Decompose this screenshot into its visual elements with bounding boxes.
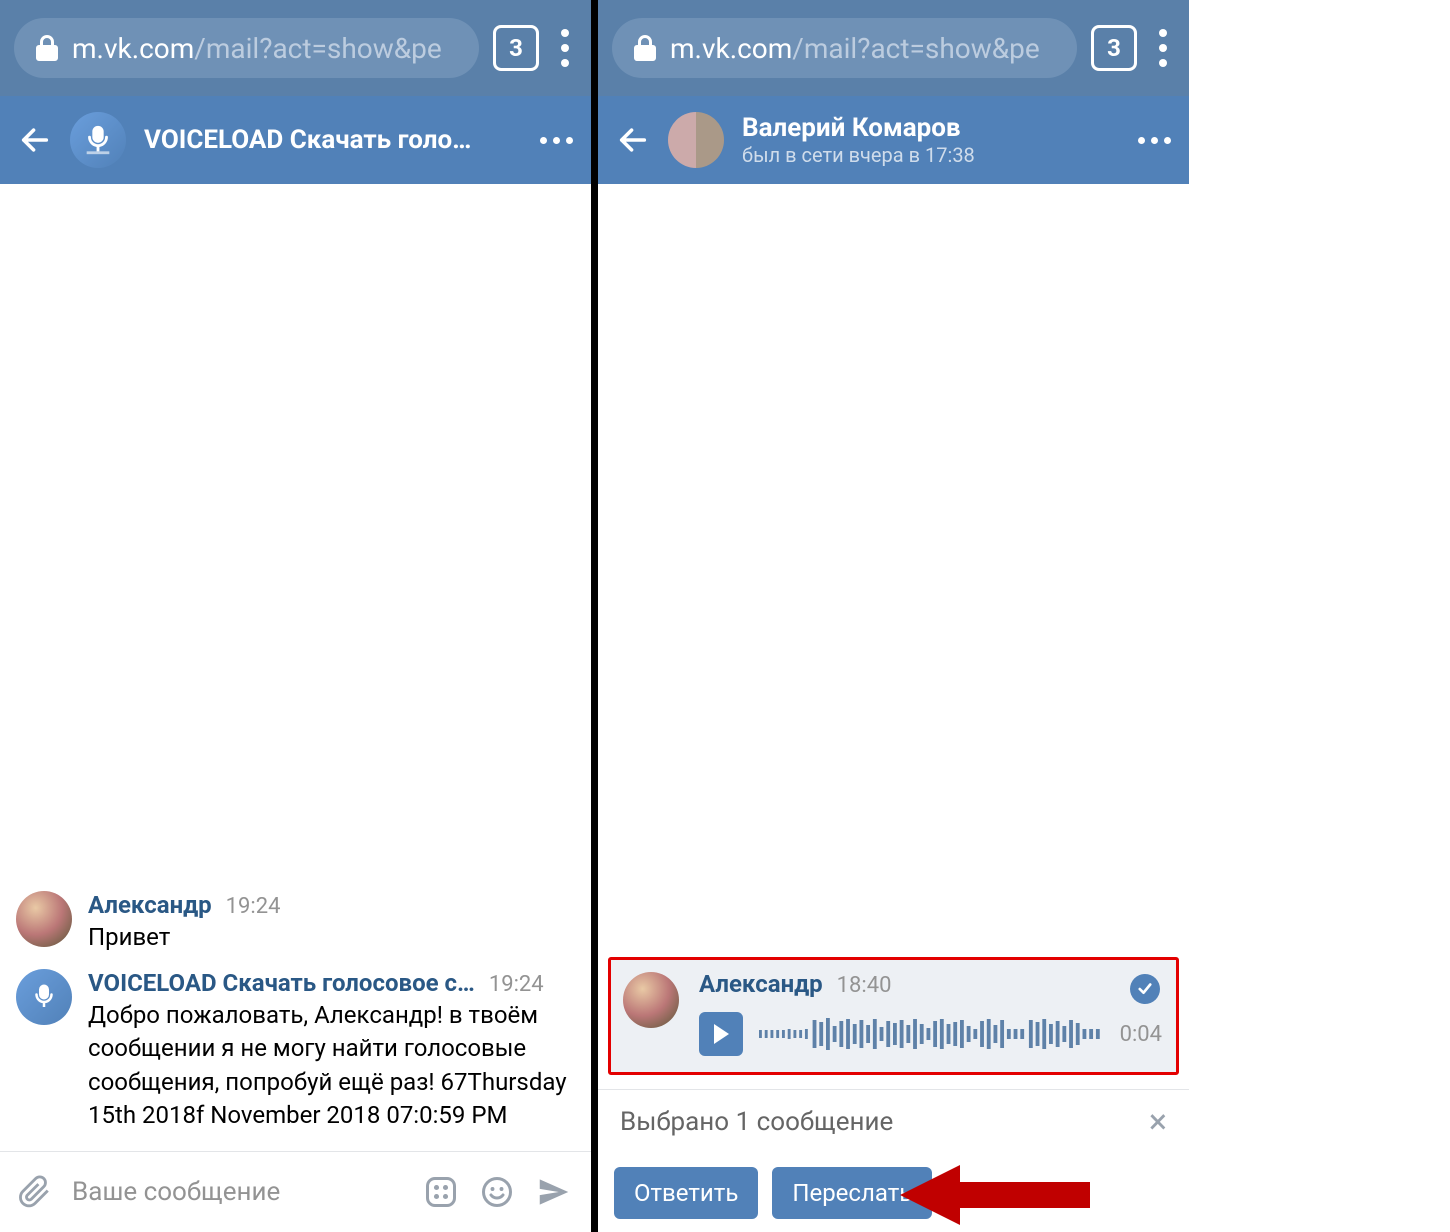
browser-chrome: m.vk.com/mail?act=show&pe 3: [0, 0, 591, 96]
browser-chrome: m.vk.com/mail?act=show&pe 3: [598, 0, 1189, 96]
message-sender[interactable]: Александр: [699, 970, 823, 998]
tabs-button[interactable]: 3: [1091, 25, 1137, 71]
chat-header: VOICELOAD Скачать голо…: [0, 96, 591, 184]
check-icon: [1130, 974, 1160, 1004]
chat-header: Валерий Комаров был в сети вчера в 17:38: [598, 96, 1189, 184]
composer: Ваше сообщение: [0, 1151, 591, 1232]
message-time: 18:40: [837, 973, 892, 998]
chat-body[interactable]: Александр 18:40: [598, 184, 1189, 1089]
message-item[interactable]: VOICELOAD Скачать голосовое с… 19:24 Доб…: [16, 969, 575, 1133]
voice-message-selected[interactable]: Александр 18:40: [608, 957, 1179, 1075]
message-text: Добро пожаловать, Александр! в твоём соо…: [88, 999, 575, 1133]
browser-menu-button[interactable]: [553, 29, 577, 67]
chat-avatar[interactable]: [70, 112, 126, 168]
avatar[interactable]: [623, 972, 679, 1028]
url-bar[interactable]: m.vk.com/mail?act=show&pe: [14, 18, 479, 78]
chat-menu-button[interactable]: [1138, 137, 1171, 144]
selection-status: Выбрано 1 сообщение: [620, 1107, 1149, 1137]
selection-bar: Выбрано 1 сообщение × Ответить Переслать: [598, 1089, 1189, 1232]
reply-button[interactable]: Ответить: [614, 1167, 758, 1219]
tabs-button[interactable]: 3: [493, 25, 539, 71]
phone-left: m.vk.com/mail?act=show&pe 3 VOICELOAD Ск…: [0, 0, 591, 1232]
chat-body[interactable]: Александр 19:24 Привет VOICELOAD Скачать…: [0, 184, 591, 1151]
chat-menu-button[interactable]: [540, 137, 573, 144]
message-text: Привет: [88, 921, 575, 955]
message-item[interactable]: Александр 19:24 Привет: [16, 891, 575, 955]
url-text: m.vk.com/mail?act=show&pe: [72, 32, 442, 65]
lock-icon: [634, 35, 656, 61]
close-icon[interactable]: ×: [1149, 1105, 1167, 1139]
waveform[interactable]: [759, 1016, 1104, 1052]
emoji-icon[interactable]: [479, 1174, 515, 1210]
url-text: m.vk.com/mail?act=show&pe: [670, 32, 1040, 65]
blank-area: [1189, 0, 1450, 1232]
send-icon[interactable]: [535, 1173, 573, 1211]
play-button[interactable]: [699, 1012, 743, 1056]
message-time: 19:24: [226, 894, 281, 919]
url-bar[interactable]: m.vk.com/mail?act=show&pe: [612, 18, 1077, 78]
avatar[interactable]: [16, 891, 72, 947]
attach-icon[interactable]: [18, 1175, 52, 1209]
annotation-arrow: [900, 1160, 1100, 1230]
phone-right: m.vk.com/mail?act=show&pe 3 Валерий Кома…: [598, 0, 1189, 1232]
message-input[interactable]: Ваше сообщение: [72, 1177, 403, 1207]
chat-subtitle: был в сети вчера в 17:38: [742, 143, 1120, 167]
message-time: 19:24: [489, 972, 544, 997]
chat-title[interactable]: Валерий Комаров: [742, 113, 1120, 143]
voice-duration: 0:04: [1120, 1022, 1162, 1047]
lock-icon: [36, 35, 58, 61]
chat-title[interactable]: VOICELOAD Скачать голо…: [144, 125, 522, 155]
chat-avatar[interactable]: [668, 112, 724, 168]
avatar[interactable]: [16, 969, 72, 1025]
back-icon[interactable]: [616, 123, 650, 157]
back-icon[interactable]: [18, 123, 52, 157]
message-sender[interactable]: Александр: [88, 891, 212, 919]
browser-menu-button[interactable]: [1151, 29, 1175, 67]
message-sender[interactable]: VOICELOAD Скачать голосовое с…: [88, 969, 475, 997]
sticker-icon[interactable]: [423, 1174, 459, 1210]
